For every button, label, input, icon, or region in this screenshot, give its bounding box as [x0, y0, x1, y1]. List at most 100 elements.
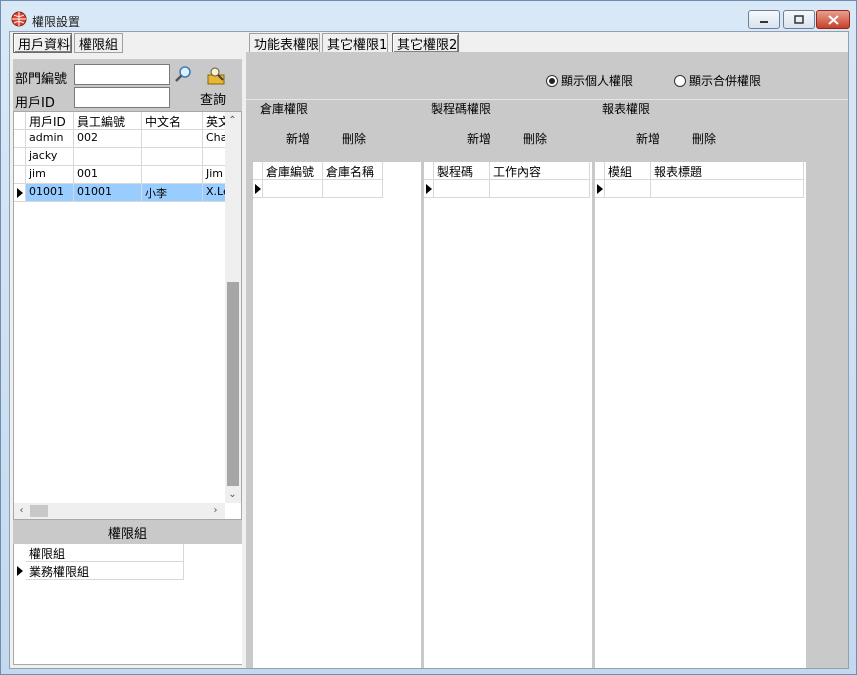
dept-label: 部門編號: [15, 72, 68, 87]
search-area: 部門編號 查詢 用戶ID: [13, 59, 242, 115]
row-header: [14, 544, 26, 562]
table-row[interactable]: admin 002 Cha: [14, 130, 227, 148]
column-header[interactable]: 權限組: [26, 544, 184, 562]
row-header: [424, 180, 434, 198]
perm-group-bar: 權限組: [13, 520, 242, 544]
column-header[interactable]: 報表標題: [651, 162, 804, 180]
cell-english-name[interactable]: Jim: [203, 166, 227, 184]
tab-other-perm-2[interactable]: 其它權限2: [392, 33, 459, 53]
column-header[interactable]: 用戶ID: [26, 112, 74, 130]
cell-employee-no[interactable]: 01001: [74, 184, 142, 202]
window: 權限設置 用戶資料 權限組 部門編號 查詢 用戶ID 用戶ID 員工編號 中文名…: [0, 0, 857, 675]
cell-english-name[interactable]: Cha: [203, 130, 227, 148]
process-code-perm-panel: 製程碼權限 新增 刪除 製程碼 工作內容: [424, 100, 592, 668]
radio-label: 顯示個人權限: [561, 74, 634, 88]
close-button[interactable]: [816, 10, 850, 29]
table-row[interactable]: [595, 180, 804, 198]
vertical-scrollbar[interactable]: ⌃ ⌄: [225, 112, 241, 503]
cell-user-id[interactable]: jim: [26, 166, 74, 184]
table-row[interactable]: jim 001 Jim: [14, 166, 227, 184]
client-area: 用戶資料 權限組 部門編號 查詢 用戶ID 用戶ID 員工編號 中文名 英 ad…: [9, 31, 849, 669]
table-row[interactable]: jacky: [14, 148, 227, 166]
cell-empty[interactable]: [490, 180, 590, 198]
cell-empty[interactable]: [605, 180, 651, 198]
cell-empty[interactable]: [263, 180, 323, 198]
maximize-button[interactable]: [783, 10, 815, 29]
scroll-up-icon[interactable]: ⌃: [225, 113, 240, 128]
add-button[interactable]: 新增: [286, 130, 310, 147]
perm-group-name[interactable]: 業務權限組: [26, 562, 184, 580]
row-header: [253, 180, 263, 198]
query-button[interactable]: 查詢: [200, 89, 226, 108]
user-id-input[interactable]: [74, 87, 170, 108]
add-button[interactable]: 新增: [467, 130, 491, 147]
maximize-icon: [794, 15, 804, 24]
cell-chinese-name[interactable]: [142, 148, 203, 166]
current-row-icon: [255, 184, 261, 194]
panel-title: 報表權限: [601, 100, 652, 117]
minimize-icon: [760, 20, 768, 23]
horizontal-scrollbar[interactable]: ‹ ›: [14, 503, 225, 519]
row-header: [14, 148, 26, 166]
row-header: [14, 130, 26, 148]
column-header[interactable]: 工作內容: [490, 162, 590, 180]
cell-user-id[interactable]: jacky: [26, 148, 74, 166]
scroll-down-icon[interactable]: ⌄: [225, 487, 240, 502]
delete-button[interactable]: 刪除: [523, 130, 547, 147]
delete-button[interactable]: 刪除: [342, 130, 366, 147]
current-row-icon: [17, 188, 23, 198]
cell-english-name[interactable]: X.Le: [203, 184, 227, 202]
add-button[interactable]: 新增: [636, 130, 660, 147]
panel-header-row: 模組 報表標題: [595, 162, 804, 180]
cell-empty[interactable]: [434, 180, 490, 198]
row-header: [14, 166, 26, 184]
title-bar[interactable]: 權限設置: [1, 1, 856, 31]
cell-employee-no[interactable]: 002: [74, 130, 142, 148]
search-icon[interactable]: [173, 64, 193, 84]
delete-button[interactable]: 刪除: [692, 130, 716, 147]
query-icon[interactable]: [205, 66, 229, 86]
column-header[interactable]: 倉庫名稱: [323, 162, 383, 180]
tab-perm-group[interactable]: 權限組: [74, 33, 123, 53]
column-header[interactable]: 中文名: [142, 112, 203, 130]
cell-chinese-name[interactable]: [142, 130, 203, 148]
dept-input[interactable]: [74, 64, 170, 85]
table-row[interactable]: [253, 180, 383, 198]
minimize-button[interactable]: [748, 10, 780, 29]
radio-personal-perm[interactable]: 顯示個人權限: [546, 72, 633, 89]
radio-merged-perm[interactable]: 顯示合併權限: [674, 72, 761, 89]
scroll-right-icon[interactable]: ›: [208, 503, 223, 518]
scroll-thumb-h[interactable]: [30, 505, 48, 517]
radio-unchecked-icon: [674, 74, 686, 87]
cell-chinese-name[interactable]: [142, 166, 203, 184]
tab-user-info[interactable]: 用戶資料: [13, 33, 72, 53]
cell-empty[interactable]: [323, 180, 383, 198]
cell-chinese-name[interactable]: 小李: [142, 184, 203, 202]
report-perm-panel: 報表權限 新增 刪除 模組 報表標題: [595, 100, 806, 668]
row-header: [14, 184, 26, 202]
tab-function-perm[interactable]: 功能表權限: [249, 33, 320, 53]
cell-user-id[interactable]: admin: [26, 130, 74, 148]
current-row-icon: [597, 184, 603, 194]
current-row-icon: [17, 566, 23, 576]
perm-group-header-row: 權限組: [14, 544, 184, 562]
cell-employee-no[interactable]: 001: [74, 166, 142, 184]
table-row-selected[interactable]: 01001 01001 小李 X.Le: [14, 184, 227, 202]
column-header[interactable]: 模組: [605, 162, 651, 180]
cell-english-name[interactable]: [203, 148, 227, 166]
list-item[interactable]: 業務權限組: [14, 562, 184, 580]
column-header[interactable]: 員工編號: [74, 112, 142, 130]
panel-title: 製程碼權限: [430, 100, 493, 117]
column-header[interactable]: 倉庫編號: [263, 162, 323, 180]
window-title: 權限設置: [32, 15, 81, 29]
row-header: [253, 162, 263, 180]
cell-employee-no[interactable]: [74, 148, 142, 166]
column-header[interactable]: 英文: [203, 112, 227, 130]
tab-other-perm-1[interactable]: 其它權限1: [322, 33, 388, 53]
cell-user-id[interactable]: 01001: [26, 184, 74, 202]
column-header[interactable]: 製程碼: [434, 162, 490, 180]
scroll-left-icon[interactable]: ‹: [14, 503, 29, 518]
cell-empty[interactable]: [651, 180, 804, 198]
table-row[interactable]: [424, 180, 590, 198]
scroll-thumb[interactable]: [227, 282, 239, 486]
